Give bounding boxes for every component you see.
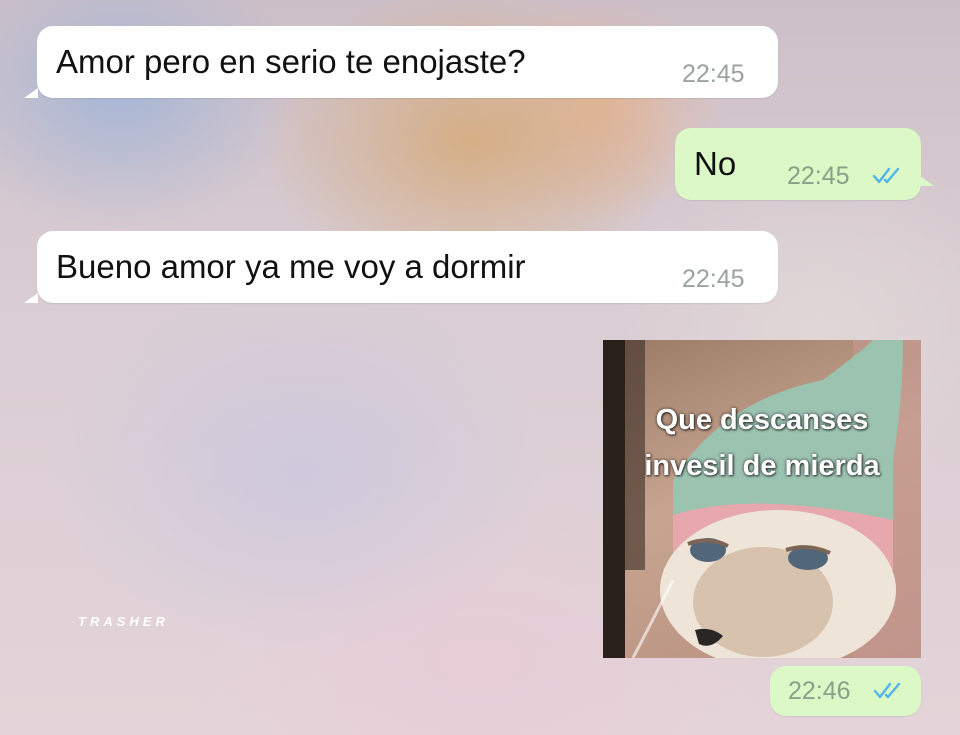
cat-sticker-image[interactable]: Que descanses invesil de mierda [603, 340, 921, 658]
sticker-timestamp-bubble: 22:46 [770, 666, 921, 716]
incoming-message-bubble[interactable]: Amor pero en serio te enojaste? 22:45 [37, 26, 778, 98]
read-double-check-icon [872, 167, 900, 184]
message-time: 22:46 [788, 677, 851, 705]
sticker-caption-line: Que descanses [655, 404, 869, 436]
bubble-tail [920, 176, 934, 186]
bubble-tail [24, 293, 38, 303]
message-time: 22:45 [787, 162, 850, 190]
bubble-tail [24, 88, 38, 98]
message-text: Bueno amor ya me voy a dormir [56, 248, 526, 285]
sticker-caption-line: invesil de mierda [644, 450, 880, 482]
sleepy-cat-icon [603, 340, 921, 658]
outgoing-message-bubble[interactable]: No 22:45 [675, 128, 921, 200]
message-time: 22:45 [682, 60, 745, 88]
incoming-message-bubble[interactable]: Bueno amor ya me voy a dormir 22:45 [37, 231, 778, 303]
read-double-check-icon [873, 682, 901, 699]
message-text: No [694, 145, 737, 182]
message-text: Amor pero en serio te enojaste? [56, 43, 526, 80]
watermark-text: TRASHER [78, 614, 169, 629]
message-time: 22:45 [682, 265, 745, 293]
